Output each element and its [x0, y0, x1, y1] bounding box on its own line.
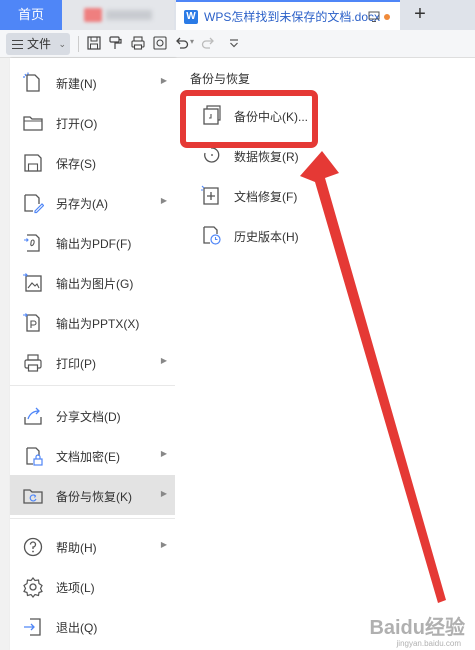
format-painter-icon[interactable] — [108, 35, 124, 51]
menu-item-label: 输出为图片(G) — [56, 277, 134, 291]
menu-item-print[interactable]: 打印(P) ▶ — [10, 342, 175, 382]
menu-item-label: 分享文档(D) — [56, 410, 121, 424]
save-icon — [24, 154, 42, 172]
menu-item-save-as[interactable]: 另存为(A) ▶ — [10, 182, 175, 222]
tab-blurred[interactable] — [62, 0, 174, 30]
menu-item-export-image[interactable]: 输出为图片(G) — [10, 262, 175, 302]
undo-icon[interactable] — [174, 35, 190, 51]
menu-item-label: 另存为(A) — [56, 197, 108, 211]
menu-item-backup-restore[interactable]: 备份与恢复(K) ▶ — [10, 475, 175, 515]
menu-item-label: 帮助(H) — [56, 541, 97, 555]
more-icon[interactable] — [226, 35, 242, 51]
menu-item-label: 打开(O) — [56, 117, 98, 131]
menu-item-label: 备份与恢复(K) — [56, 490, 132, 504]
submenu-item-label: 文档修复(F) — [234, 190, 298, 204]
menu-item-export-pptx[interactable]: 输出为PPTX(X) — [10, 302, 175, 342]
chevron-right-icon: ▶ — [160, 196, 167, 205]
add-tab-button[interactable]: + — [408, 2, 432, 26]
help-icon — [23, 537, 43, 557]
menu-item-label: 打印(P) — [56, 357, 96, 371]
toolbar-divider — [78, 36, 79, 52]
file-menu-button[interactable]: 文件 ⌄ — [6, 33, 70, 55]
exit-icon — [24, 618, 41, 636]
chevron-right-icon: ▶ — [160, 76, 167, 85]
save-as-icon — [24, 194, 44, 214]
history-icon — [203, 226, 221, 245]
new-file-icon — [23, 72, 40, 92]
menu-item-label: 文档加密(E) — [56, 450, 120, 464]
menu-separator — [10, 385, 175, 386]
submenu-item-label: 历史版本(H) — [234, 230, 299, 244]
print-preview-icon[interactable] — [152, 35, 168, 51]
watermark-logo: Baidu经验 — [369, 617, 465, 639]
menu-item-options[interactable]: 选项(L) — [10, 566, 175, 606]
blurred-tab-title — [106, 10, 152, 20]
undo-dropdown-icon[interactable]: ▾ — [190, 37, 194, 46]
menu-item-export-pdf[interactable]: 输出为PDF(F) — [10, 222, 175, 262]
blurred-file-icon — [84, 8, 102, 22]
hamburger-icon — [12, 40, 23, 49]
chevron-down-icon: ⌄ — [58, 39, 66, 49]
print-icon[interactable] — [130, 35, 146, 51]
chevron-right-icon: ▶ — [160, 356, 167, 365]
submenu-item-label: 数据恢复(R) — [234, 150, 299, 164]
menu-item-label: 选项(L) — [56, 581, 95, 595]
menu-item-encrypt[interactable]: 文档加密(E) ▶ — [10, 435, 175, 475]
submenu-item-doc-repair[interactable]: 文档修复(F) — [190, 180, 450, 210]
save-icon[interactable] — [86, 35, 102, 51]
pdf-export-icon — [24, 234, 40, 252]
chevron-right-icon: ▶ — [160, 489, 167, 498]
menu-item-label: 保存(S) — [56, 157, 96, 171]
submenu-item-history[interactable]: 历史版本(H) — [190, 220, 450, 250]
menu-item-label: 退出(Q) — [56, 621, 98, 635]
encrypt-icon — [26, 447, 43, 466]
submenu-title: 备份与恢复 — [190, 72, 251, 86]
image-export-icon — [23, 273, 42, 292]
pptx-export-icon — [23, 313, 40, 332]
chevron-right-icon: ▶ — [160, 540, 167, 549]
menu-item-label: 输出为PPTX(X) — [56, 317, 140, 331]
tab-home[interactable]: 首页 — [0, 0, 62, 30]
menu-item-label: 输出为PDF(F) — [56, 237, 132, 251]
menu-item-help[interactable]: 帮助(H) ▶ — [10, 526, 175, 566]
settings-icon — [23, 577, 43, 598]
backup-icon — [23, 489, 43, 504]
tab-bar: 首页 W WPS怎样找到未保存的文档.docx + — [0, 0, 475, 30]
quick-toolbar: 文件 ⌄ ▾ — [0, 30, 475, 58]
menu-item-open[interactable]: 打开(O) — [10, 102, 175, 142]
menu-item-new[interactable]: 新建(N) ▶ — [10, 62, 175, 102]
menu-item-share[interactable]: 分享文档(D) — [10, 395, 175, 435]
tab-document-title: WPS怎样找到未保存的文档.docx — [204, 10, 381, 24]
document-edge — [0, 58, 10, 650]
file-menu-label: 文件 — [27, 37, 52, 51]
menu-separator — [10, 518, 175, 519]
menu-item-exit[interactable]: 退出(Q) — [10, 606, 175, 646]
share-icon — [24, 407, 42, 425]
redo-icon[interactable] — [200, 35, 216, 51]
doc-repair-icon — [201, 185, 219, 205]
watermark-url: jingyan.baidu.com — [396, 639, 461, 648]
monitor-icon — [368, 11, 380, 22]
tab-document[interactable]: W WPS怎样找到未保存的文档.docx — [176, 0, 400, 30]
printer-icon — [24, 354, 42, 372]
menu-item-save[interactable]: 保存(S) — [10, 142, 175, 182]
chevron-right-icon: ▶ — [160, 449, 167, 458]
menu-item-label: 新建(N) — [56, 77, 97, 91]
unsaved-dot-icon — [384, 14, 390, 20]
word-doc-icon: W — [184, 10, 198, 24]
file-menu: 新建(N) ▶ 打开(O) 保存(S) 另存为(A) ▶ 输出为PDF(F) 输… — [10, 58, 175, 650]
folder-icon — [23, 116, 43, 131]
highlight-box — [180, 90, 318, 148]
